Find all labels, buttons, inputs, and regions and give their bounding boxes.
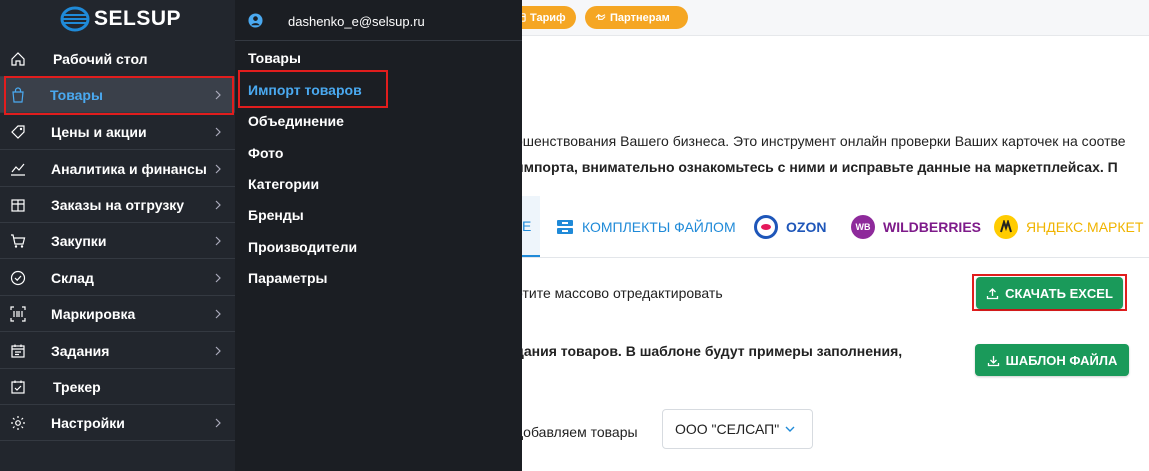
upload-icon xyxy=(986,287,999,299)
tab-ozon[interactable]: OZON xyxy=(754,196,826,257)
brand-logo[interactable]: SELSUP xyxy=(60,5,181,33)
chevron-right-icon xyxy=(215,346,221,356)
tab-kits-file[interactable]: КОМПЛЕКТЫ ФАЙЛОМ xyxy=(556,196,736,257)
tab-wildberries-label: WILDBERRIES xyxy=(883,218,981,235)
sidebar-item-label: Склад xyxy=(51,269,94,286)
tab-yandex-market[interactable]: ЯНДЕКС.МАРКЕТ xyxy=(994,196,1143,257)
sidebar-item-settings[interactable]: Настройки xyxy=(0,405,235,441)
submenu-item-merge[interactable]: Объединение xyxy=(248,113,344,129)
yandex-market-logo-icon xyxy=(994,214,1018,239)
chart-icon xyxy=(11,163,25,176)
template-file-button[interactable]: ШАБЛОН ФАЙЛА xyxy=(975,344,1129,376)
sidebar-item-label: Задания xyxy=(51,342,110,359)
description-line-1: ршенствования Вашего бизнеса. Это инстру… xyxy=(515,133,1126,149)
tab-wildberries[interactable]: WB WILDBERRIES xyxy=(851,196,981,257)
wildberries-logo-icon: WB xyxy=(851,214,875,239)
sidebar-products-highlight xyxy=(4,76,234,115)
download-excel-label: СКАЧАТЬ EXCEL xyxy=(1005,285,1113,301)
sidebar-item-warehouse[interactable]: Склад xyxy=(0,260,235,296)
chevron-right-icon xyxy=(215,200,221,210)
handshake-icon xyxy=(595,14,606,20)
chevron-down-icon xyxy=(785,426,795,432)
download-icon xyxy=(987,355,999,366)
gear-icon xyxy=(11,416,25,430)
submenu-item-categories[interactable]: Категории xyxy=(248,176,319,192)
import-products-highlight xyxy=(238,70,388,108)
sidebar-item-desktop[interactable]: Рабочий стол xyxy=(0,41,235,77)
sidebar-item-analytics[interactable]: Аналитика и финансы xyxy=(0,151,235,187)
tab-yandex-market-label: ЯНДЕКС.МАРКЕТ xyxy=(1026,218,1144,235)
tab-ozon-label: OZON xyxy=(786,218,827,235)
chevron-right-icon xyxy=(215,273,221,283)
cart-icon xyxy=(11,234,26,248)
partners-button[interactable]: Партнерам xyxy=(585,6,688,29)
check-circle-icon xyxy=(10,270,26,286)
chevron-right-icon xyxy=(215,164,221,174)
tab-kits-label: КОМПЛЕКТЫ ФАЙЛОМ xyxy=(582,218,736,235)
sidebar-item-label: Рабочий стол xyxy=(53,50,148,67)
chevron-right-icon xyxy=(215,127,221,137)
chevron-right-icon xyxy=(215,236,221,246)
user-email: dashenko_e@selsup.ru xyxy=(288,14,425,29)
sidebar-item-label: Закупки xyxy=(51,232,107,249)
submenu-item-parameters[interactable]: Параметры xyxy=(248,270,328,286)
sidebar-item-tasks[interactable]: Задания xyxy=(0,333,235,369)
chevron-right-icon xyxy=(215,309,221,319)
template-text: дания товаров. В шаблоне будут примеры з… xyxy=(515,343,903,359)
sidebar-item-label: Маркировка xyxy=(51,305,136,322)
sidebar-item-label: Трекер xyxy=(53,378,101,395)
barcode-icon xyxy=(10,306,26,322)
user-icon xyxy=(248,13,263,28)
sidebar-item-label: Аналитика и финансы xyxy=(51,160,207,177)
tab-active-label: Е xyxy=(522,217,532,234)
sidebar-item-orders[interactable]: Заказы на отгрузку xyxy=(0,187,235,223)
sidebar: SELSUP Рабочий стол Товары Цены и акции … xyxy=(0,0,235,471)
box-icon xyxy=(11,199,25,212)
calendar-check-icon xyxy=(11,380,25,394)
user-profile[interactable]: dashenko_e@selsup.ru xyxy=(235,0,522,41)
sidebar-item-prices[interactable]: Цены и акции xyxy=(0,114,235,150)
submenu-item-brands[interactable]: Бренды xyxy=(248,207,304,223)
tag-icon xyxy=(11,125,25,139)
calendar-icon xyxy=(11,344,25,358)
download-excel-button[interactable]: СКАЧАТЬ EXCEL xyxy=(976,277,1123,309)
brand-name: SELSUP xyxy=(94,7,182,30)
sidebar-item-tracker[interactable]: Трекер xyxy=(0,369,235,405)
submenu-item-photo[interactable]: Фото xyxy=(248,145,283,161)
mass-edit-text: отите массово отредактировать xyxy=(515,285,723,301)
template-file-label: ШАБЛОН ФАЙЛА xyxy=(1005,352,1118,368)
chevron-right-icon xyxy=(215,418,221,428)
tariff-label: Тариф xyxy=(530,11,566,24)
selsup-logo-icon xyxy=(60,6,90,32)
submenu-item-products[interactable]: Товары xyxy=(248,50,301,66)
description-line-2: импорта, внимательно ознакомьтесь с ними… xyxy=(515,159,1118,175)
partners-label: Партнерам xyxy=(610,11,670,24)
tab-active[interactable]: Е xyxy=(522,196,540,257)
home-icon xyxy=(11,52,25,66)
marketplace-tabs: Е КОМПЛЕКТЫ ФАЙЛОМ OZON WB WILDBERRIES Я… xyxy=(522,196,1149,258)
sidebar-item-label: Цены и акции xyxy=(51,123,147,140)
organization-select-value: ООО "СЕЛСАП" xyxy=(675,421,780,437)
submenu-item-manufacturers[interactable]: Производители xyxy=(248,239,357,255)
kits-icon xyxy=(557,219,573,234)
organization-select[interactable]: ООО "СЕЛСАП" xyxy=(662,409,813,449)
sidebar-item-label: Заказы на отгрузку xyxy=(51,196,185,213)
ozon-logo-icon xyxy=(754,214,778,239)
sidebar-item-label: Настройки xyxy=(51,414,125,431)
sidebar-item-marking[interactable]: Маркировка xyxy=(0,296,235,332)
sidebar-item-purchases[interactable]: Закупки xyxy=(0,223,235,259)
add-products-text: добавляем товары xyxy=(515,424,638,440)
